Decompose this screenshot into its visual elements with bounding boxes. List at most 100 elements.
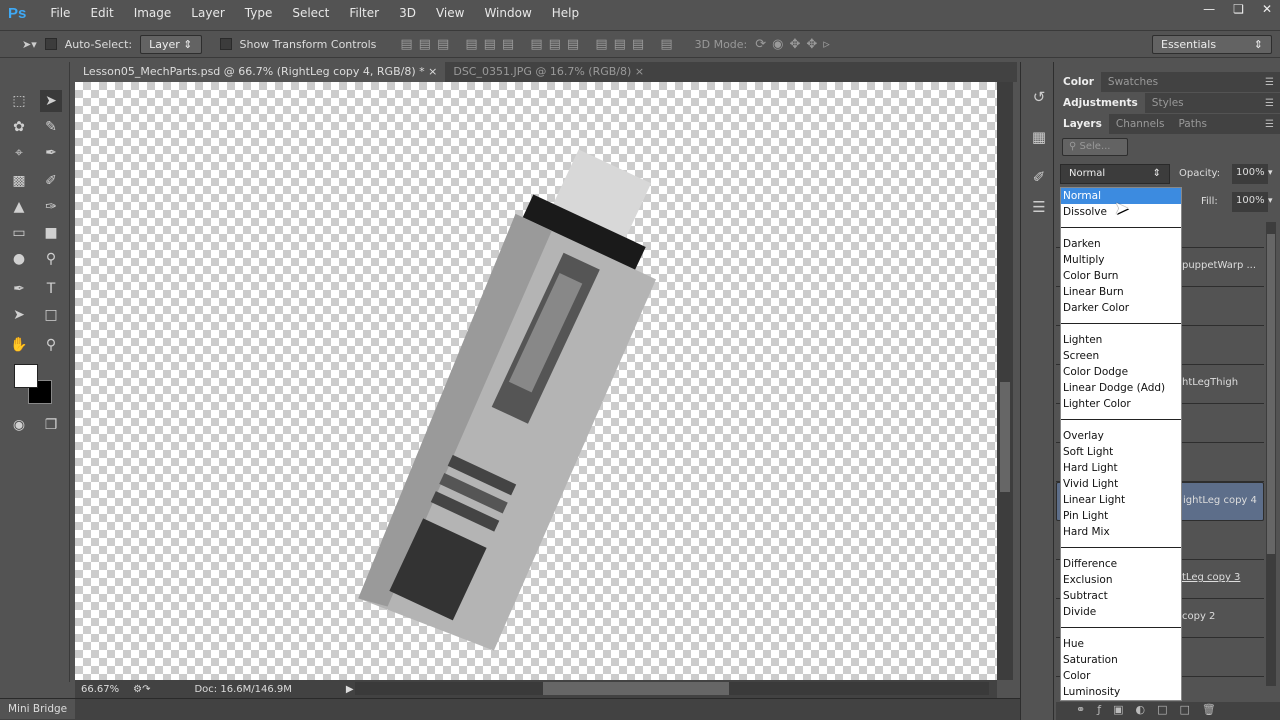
- blend-mode-option-vivid-light[interactable]: Vivid Light: [1061, 476, 1181, 492]
- tab-adjustments[interactable]: Adjustments: [1056, 93, 1145, 113]
- gradient-tool-icon[interactable]: ■: [40, 222, 62, 244]
- menu-filter[interactable]: Filter: [339, 6, 389, 20]
- panel-menu-icon[interactable]: ☰: [1265, 98, 1274, 109]
- tab-styles[interactable]: Styles: [1145, 93, 1191, 113]
- blend-mode-option-overlay[interactable]: Overlay: [1061, 428, 1181, 444]
- blend-mode-option-pin-light[interactable]: Pin Light: [1061, 508, 1181, 524]
- status-menu-arrow-icon[interactable]: ▶: [346, 684, 354, 695]
- blend-mode-option-luminosity[interactable]: Luminosity: [1061, 684, 1181, 700]
- crop-tool-icon[interactable]: ⌖: [8, 142, 30, 164]
- blend-mode-option-lighter-color[interactable]: Lighter Color: [1061, 396, 1181, 412]
- tab-channels[interactable]: Channels: [1109, 114, 1172, 134]
- history-brush-icon[interactable]: ✑: [40, 196, 62, 218]
- fill-dropdown-icon[interactable]: ▾: [1268, 196, 1273, 206]
- brush-tool-icon[interactable]: ✐: [40, 170, 62, 192]
- blend-mode-option-soft-light[interactable]: Soft Light: [1061, 444, 1181, 460]
- menu-view[interactable]: View: [426, 6, 474, 20]
- blend-mode-option-screen[interactable]: Screen: [1061, 348, 1181, 364]
- quick-mask-icon[interactable]: ◉: [8, 414, 30, 436]
- move-tool-preset-icon[interactable]: ➤▾: [22, 38, 37, 51]
- panel-menu-icon[interactable]: ☰: [1265, 119, 1274, 130]
- tab-layers[interactable]: Layers: [1056, 114, 1109, 134]
- foreground-color-swatch[interactable]: [14, 364, 38, 388]
- menu-3d[interactable]: 3D: [389, 6, 426, 20]
- tab-lesson05[interactable]: Lesson05_MechParts.psd @ 66.7% (RightLeg…: [75, 62, 446, 82]
- tab-color[interactable]: Color: [1056, 72, 1101, 92]
- blend-mode-option-exclusion[interactable]: Exclusion: [1061, 572, 1181, 588]
- menu-edit[interactable]: Edit: [80, 6, 123, 20]
- tab-swatches[interactable]: Swatches: [1101, 72, 1165, 92]
- history-icon[interactable]: ↺: [1029, 88, 1049, 108]
- blend-mode-option-color-burn[interactable]: Color Burn: [1061, 268, 1181, 284]
- blend-mode-option-color[interactable]: Color: [1061, 668, 1181, 684]
- path-select-icon[interactable]: ➤: [8, 304, 30, 326]
- menu-layer[interactable]: Layer: [181, 6, 234, 20]
- menu-type[interactable]: Type: [235, 6, 283, 20]
- blend-mode-option-hard-light[interactable]: Hard Light: [1061, 460, 1181, 476]
- 3d-panel-icon[interactable]: ▦: [1029, 128, 1049, 148]
- blend-mode-option-multiply[interactable]: Multiply: [1061, 252, 1181, 268]
- tab-paths[interactable]: Paths: [1171, 114, 1214, 134]
- blend-mode-option-saturation[interactable]: Saturation: [1061, 652, 1181, 668]
- status-icons[interactable]: ⚙↷: [133, 684, 150, 695]
- brush-presets-icon[interactable]: ✐: [1029, 168, 1049, 188]
- horizontal-scrollbar[interactable]: [355, 682, 989, 695]
- blend-mode-select[interactable]: Normal ⇕: [1060, 164, 1170, 184]
- lasso-tool-icon[interactable]: ✿: [8, 116, 30, 138]
- mini-bridge-tab[interactable]: Mini Bridge: [0, 699, 76, 719]
- panel-menu-icon[interactable]: ☰: [1265, 77, 1274, 88]
- quick-select-tool-icon[interactable]: ✎: [40, 116, 62, 138]
- minimize-button[interactable]: —: [1203, 2, 1215, 16]
- marquee-tool-icon[interactable]: ⬚: [8, 90, 30, 112]
- document-canvas[interactable]: [75, 82, 997, 680]
- menu-file[interactable]: File: [40, 6, 80, 20]
- layers-scrollbar[interactable]: [1266, 222, 1276, 686]
- blend-mode-option-color-dodge[interactable]: Color Dodge: [1061, 364, 1181, 380]
- blend-mode-option-lighten[interactable]: Lighten: [1061, 332, 1181, 348]
- eraser-tool-icon[interactable]: ▭: [8, 222, 30, 244]
- clone-stamp-icon[interactable]: ▲: [8, 196, 30, 218]
- 3d-mode-icons[interactable]: ⟳◉✥✥▹: [755, 37, 836, 52]
- blend-mode-option-linear-dodge-add[interactable]: Linear Dodge (Add): [1061, 380, 1181, 396]
- hand-tool-icon[interactable]: ✋: [8, 334, 30, 356]
- zoom-level[interactable]: 66.67%: [81, 684, 119, 695]
- layer-filter-select[interactable]: ⚲ Sele...: [1062, 138, 1128, 156]
- blend-mode-option-difference[interactable]: Difference: [1061, 556, 1181, 572]
- auto-select-checkbox[interactable]: [44, 38, 57, 50]
- menu-window[interactable]: Window: [474, 6, 541, 20]
- menu-help[interactable]: Help: [542, 6, 589, 20]
- properties-icon[interactable]: ☰: [1029, 198, 1049, 218]
- zoom-tool-icon[interactable]: ⚲: [40, 334, 62, 356]
- blend-mode-option-darken[interactable]: Darken: [1061, 236, 1181, 252]
- show-transform-checkbox[interactable]: [219, 38, 232, 50]
- opacity-input[interactable]: 100%: [1232, 164, 1268, 184]
- close-tab-icon[interactable]: ×: [428, 65, 437, 78]
- close-tab-icon[interactable]: ×: [635, 65, 644, 78]
- eyedropper-tool-icon[interactable]: ✒: [40, 142, 62, 164]
- menu-image[interactable]: Image: [124, 6, 182, 20]
- fill-input[interactable]: 100%: [1232, 192, 1268, 212]
- auto-select-target-select[interactable]: Layer ⇕: [140, 34, 202, 54]
- tab-dsc0351[interactable]: DSC_0351.JPG @ 16.7% (RGB/8) ×: [445, 62, 652, 82]
- workspace-select[interactable]: Essentials ⇕: [1152, 35, 1272, 54]
- screen-mode-icon[interactable]: ❐: [40, 414, 62, 436]
- blend-mode-option-linear-light[interactable]: Linear Light: [1061, 492, 1181, 508]
- type-tool-icon[interactable]: T: [40, 278, 62, 300]
- blend-mode-option-darker-color[interactable]: Darker Color: [1061, 300, 1181, 316]
- rectangle-tool-icon[interactable]: □: [40, 304, 62, 326]
- blend-mode-option-subtract[interactable]: Subtract: [1061, 588, 1181, 604]
- dodge-tool-icon[interactable]: ⚲: [40, 248, 62, 270]
- opacity-dropdown-icon[interactable]: ▾: [1268, 168, 1273, 178]
- blend-mode-option-hard-mix[interactable]: Hard Mix: [1061, 524, 1181, 540]
- blend-mode-option-divide[interactable]: Divide: [1061, 604, 1181, 620]
- vertical-scrollbar[interactable]: [997, 82, 1013, 680]
- move-tool-icon[interactable]: ➤: [40, 90, 62, 112]
- blur-tool-icon[interactable]: ●: [8, 248, 30, 270]
- restore-button[interactable]: ❏: [1233, 2, 1244, 16]
- layers-footer-icons[interactable]: ⚭ƒ▣◐□□🗑: [1056, 702, 1280, 720]
- align-icons[interactable]: ▤▤▤ ▤▤▤ ▤▤▤ ▤▤▤ ▤: [400, 37, 678, 52]
- healing-brush-icon[interactable]: ▩: [8, 170, 30, 192]
- blend-mode-option-hue[interactable]: Hue: [1061, 636, 1181, 652]
- pen-tool-icon[interactable]: ✒: [8, 278, 30, 300]
- menu-select[interactable]: Select: [282, 6, 339, 20]
